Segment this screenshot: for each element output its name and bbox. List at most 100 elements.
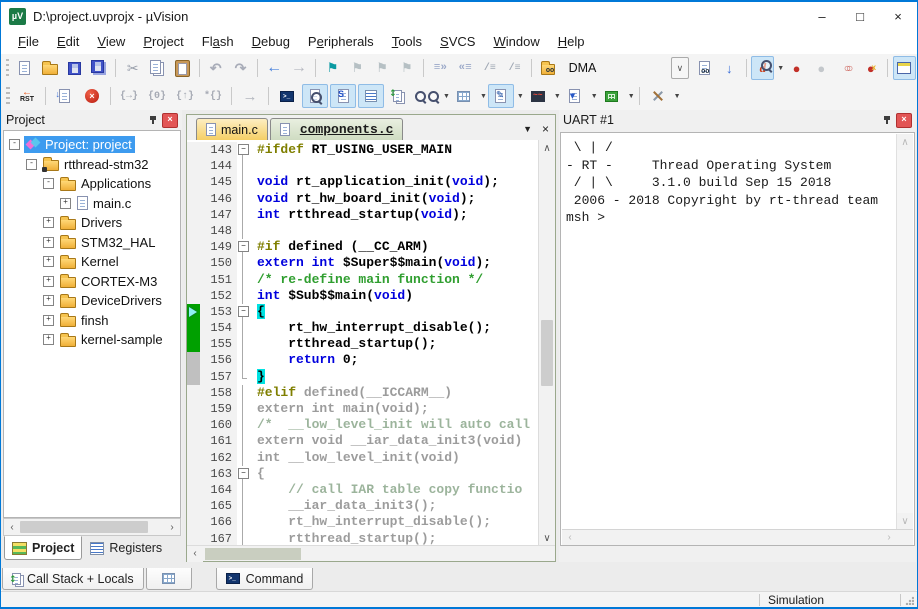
tree-item-rtthread-stm32[interactable]: -rtthread-stm32 [4,155,180,175]
code-line-157[interactable]: 157} [187,369,555,385]
scroll-left-icon[interactable]: ‹ [562,530,578,546]
copy-button[interactable] [146,56,169,80]
menu-view[interactable]: View [88,30,134,54]
paste-button[interactable] [171,56,194,80]
cut-button[interactable]: ✂ [121,56,144,80]
expander-icon[interactable]: + [43,217,54,228]
target-select-dropdown[interactable]: ∨ [671,57,689,79]
memory-window-button[interactable] [146,568,192,590]
analyzer-dropdown-icon[interactable]: ▼ [554,93,561,100]
menu-edit[interactable]: Edit [48,30,88,54]
scroll-up-icon[interactable]: ∧ [897,134,913,150]
scroll-left-icon[interactable]: ‹ [187,546,203,562]
tab-registers[interactable]: Registers [82,536,170,560]
toolbox-button[interactable] [599,84,625,108]
expander-icon[interactable]: + [43,315,54,326]
target-select[interactable]: DMA [561,58,671,78]
code-line-143[interactable]: 143#ifdef RT_USING_USER_MAIN [187,142,555,158]
redo-button[interactable]: ↷ [229,56,252,80]
nav-back-button[interactable]: ← [263,56,286,80]
fold-margin[interactable] [237,304,249,320]
code-line-152[interactable]: 152int $Sub$$main(void) [187,288,555,304]
comment-button[interactable]: /≡ [479,56,502,80]
code-line-144[interactable]: 144 [187,158,555,174]
fold-margin[interactable] [237,466,249,482]
symbols-button[interactable]: S [330,84,356,108]
pin-icon[interactable] [148,115,158,125]
new-file-button[interactable] [13,56,36,80]
find-in-target-button[interactable]: oo [537,56,560,80]
expander-icon[interactable]: + [43,256,54,267]
uncomment-button[interactable]: /≡ [503,56,526,80]
fold-margin[interactable] [237,142,249,158]
code-line-146[interactable]: 146void rt_hw_board_init(void); [187,191,555,207]
editor-text-area[interactable]: 143#ifdef RT_USING_USER_MAIN144145void r… [187,140,555,546]
step-over-button[interactable]: {0} [144,84,170,108]
debug-session-button[interactable]: d [751,56,774,80]
close-icon[interactable]: × [162,113,178,128]
minimize-button[interactable]: – [803,2,841,30]
code-line-145[interactable]: 145void rt_application_init(void); [187,174,555,190]
properties-button[interactable] [893,56,916,80]
analyzer-button[interactable]: ~~ [525,84,551,108]
scrollbar-thumb[interactable] [205,548,301,560]
expander-icon[interactable]: - [43,178,54,189]
code-line-165[interactable]: 165 __iar_data_init3(); [187,498,555,514]
scroll-down-icon[interactable]: ∨ [539,530,555,546]
editor-tab-components-c[interactable]: components.c [270,118,404,140]
tree-item-applications[interactable]: -Applications [4,174,180,194]
tree-item-drivers[interactable]: +Drivers [4,213,180,233]
serial-button[interactable]: ✎ [488,84,514,108]
scrollbar-thumb[interactable] [541,320,553,386]
code-line-167[interactable]: 167 rtthread_startup(); [187,531,555,547]
editor-tab-main-c[interactable]: main.c [196,118,268,140]
step-into-button[interactable]: {→} [116,84,142,108]
expander-icon[interactable]: + [43,237,54,248]
bp-disable-all-button[interactable]: ○○ [835,56,858,80]
scroll-right-icon[interactable]: › [881,530,897,546]
scroll-down-icon[interactable]: ∨ [897,513,913,529]
reset-button[interactable]: ←RST [14,84,40,108]
menu-debug[interactable]: Debug [243,30,299,54]
tree-item-project-project[interactable]: -Project: project [4,135,180,155]
expander-icon[interactable]: - [9,139,20,150]
scroll-left-icon[interactable]: ‹ [4,519,20,535]
code-line-151[interactable]: 151/* re-define main function */ [187,272,555,288]
bp-disable-button[interactable]: ● [810,56,833,80]
tree-item-cortex-m3[interactable]: +CORTEX-M3 [4,272,180,292]
tree-item-kernel-sample[interactable]: +kernel-sample [4,330,180,350]
open-file-button[interactable] [38,56,61,80]
expander-icon[interactable]: - [26,159,37,170]
unindent-button[interactable]: «≡ [454,56,477,80]
uart-console[interactable]: \ | /- RT - Thread Operating System / | … [560,132,915,546]
code-line-161[interactable]: 161extern void __iar_data_init3(void) [187,433,555,449]
expander-icon[interactable]: + [43,295,54,306]
tools-dropdown-icon[interactable]: ▼ [674,93,681,100]
code-line-160[interactable]: 160/* __low_level_init will auto call [187,417,555,433]
expander-icon[interactable]: + [43,334,54,345]
uart-horizontal-scrollbar[interactable]: ‹ › [562,529,913,545]
code-line-150[interactable]: 150extern int $Super$$main(void); [187,255,555,271]
run-button[interactable]: → [237,84,263,108]
bookmark-button[interactable]: ⚑ [321,56,344,80]
tree-item-stm32-hal[interactable]: +STM32_HAL [4,233,180,253]
command-window-button[interactable]: >_ [274,84,300,108]
menu-tools[interactable]: Tools [383,30,431,54]
step-out-button[interactable]: {↑} [172,84,198,108]
bookmark-prev-button[interactable]: ⚑ [346,56,369,80]
tree-item-main-c[interactable]: +main.c [4,194,180,214]
registers-button[interactable] [358,84,384,108]
editor-vertical-scrollbar[interactable]: ∧ ∨ [538,140,555,546]
callstack-button[interactable]: ↕ [386,84,412,108]
menu-flash[interactable]: Flash [193,30,243,54]
tab-project[interactable]: Project [4,536,82,560]
toolbar-grip[interactable] [6,59,9,77]
code-line-162[interactable]: 162int __low_level_init(void) [187,450,555,466]
menu-peripherals[interactable]: Peripherals [299,30,383,54]
indent-button[interactable]: ≡» [429,56,452,80]
pin-icon[interactable] [882,115,892,125]
bp-toggle-button[interactable]: ● [785,56,808,80]
toolbox-dropdown-icon[interactable]: ▼ [628,93,635,100]
code-line-147[interactable]: 147int rtthread_startup(void); [187,207,555,223]
menu-project[interactable]: Project [134,30,192,54]
